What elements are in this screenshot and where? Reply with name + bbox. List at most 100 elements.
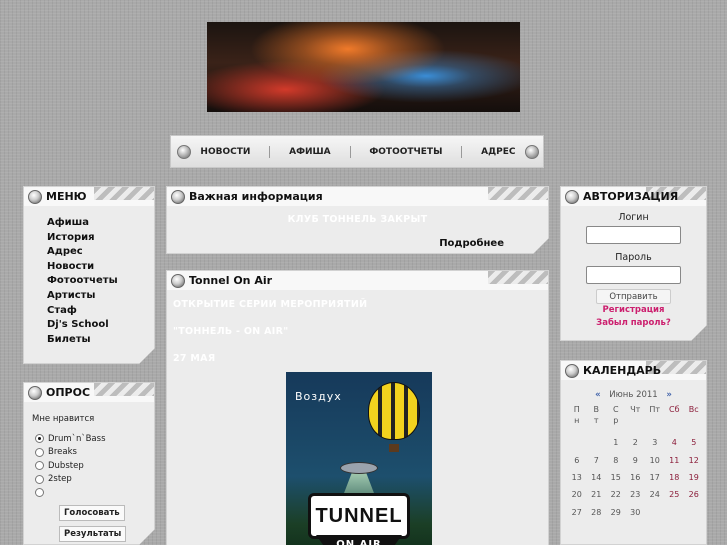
menu-item-afisha[interactable]: Афиша <box>47 216 154 231</box>
panel-header: КАЛЕНДАРЬ <box>561 361 706 380</box>
nav-item-afisha[interactable]: АФИША <box>289 147 331 157</box>
calendar-day[interactable]: 28 <box>587 504 607 521</box>
menu-item-staff[interactable]: Стаф <box>47 304 154 319</box>
auth-panel: АВТОРИЗАЦИЯ Логин Пароль Отправить Регис… <box>560 186 707 341</box>
calendar-day[interactable]: 25 <box>665 486 685 503</box>
event-poster-image[interactable]: Воздух TUNNEL ON AIR <box>286 372 432 545</box>
calendar-day[interactable]: 17 <box>645 469 665 486</box>
menu-item-history[interactable]: История <box>47 231 154 246</box>
panel-header: ОПРОС <box>24 383 154 402</box>
calendar-day[interactable]: 10 <box>645 451 665 468</box>
calendar-day[interactable]: 22 <box>606 486 626 503</box>
calendar-day[interactable]: 3 <box>645 434 665 451</box>
calendar-day[interactable]: 30 <box>626 504 646 521</box>
weekday-label: Сб <box>668 405 680 414</box>
calendar-day[interactable]: 24 <box>645 486 665 503</box>
panel-title: КАЛЕНДАРЬ <box>583 364 662 377</box>
hazard-stripes <box>488 187 548 200</box>
nav-item-photo-reports[interactable]: ФОТООТЧЕТЫ <box>369 147 442 157</box>
poll-option[interactable]: Dubstep <box>24 459 154 473</box>
panel-title: ОПРОС <box>46 386 91 399</box>
register-link[interactable]: Регистрация <box>561 304 706 317</box>
post-text-line: ОТКРЫТИЕ СЕРИИ МЕРОПРИЯТИЙ <box>173 299 368 310</box>
weekday-label: Чт <box>630 405 641 414</box>
panel-header: АВТОРИЗАЦИЯ <box>561 187 706 206</box>
calendar-day[interactable]: 29 <box>606 504 626 521</box>
nav-item-news[interactable]: НОВОСТИ <box>200 147 250 157</box>
on-air-badge: ON AIR <box>316 535 402 545</box>
panel-title: АВТОРИЗАЦИЯ <box>583 190 679 203</box>
calendar-day[interactable]: 4 <box>665 434 685 451</box>
calendar-day[interactable]: 5 <box>684 434 704 451</box>
calendar-day[interactable]: 26 <box>684 486 704 503</box>
poll-option[interactable]: 2step <box>24 473 154 487</box>
password-input[interactable] <box>586 266 681 284</box>
menu-item-dj-school[interactable]: Dj's School <box>47 318 154 333</box>
poll-option-label: 2step <box>48 474 72 485</box>
nav-item-address[interactable]: АДРЕС <box>481 147 515 157</box>
poll-panel: ОПРОС Мне нравится Drum`n`Bass Breaks Du… <box>23 382 155 545</box>
calendar-day[interactable]: 7 <box>587 451 607 468</box>
club-closed-notice: КЛУБ ТОННЕЛЬ ЗАКРЫТ <box>287 214 428 225</box>
bolt-icon <box>177 144 191 159</box>
calendar-day[interactable]: 18 <box>665 469 685 486</box>
calendar-week-row: 20 21 22 23 24 25 26 <box>567 486 704 503</box>
radio-button-selected[interactable] <box>35 434 44 443</box>
submit-button[interactable]: Отправить <box>596 289 671 304</box>
calendar-panel: КАЛЕНДАРЬ « Июнь 2011 » Пн Вт Ср Чт Пт Сб Вс 1… <box>560 360 707 545</box>
calendar-week-row: 6 7 8 9 10 11 12 <box>567 451 704 468</box>
calendar-day[interactable]: 1 <box>606 434 626 451</box>
calendar-grid: Пн Вт Ср Чт Пт Сб Вс 1 2 3 4 5 6 7 8 9 10 11 12 13 14 15 16 17… <box>567 404 704 521</box>
calendar-day[interactable]: 15 <box>606 469 626 486</box>
bolt-icon <box>171 273 185 288</box>
hazard-stripes <box>94 383 154 396</box>
results-button[interactable]: Результаты <box>59 526 126 542</box>
radio-button[interactable] <box>35 488 44 497</box>
calendar-day[interactable]: 2 <box>626 434 646 451</box>
calendar-day[interactable]: 21 <box>587 486 607 503</box>
menu-panel: МЕНЮ Афиша История Адрес Новости Фотоотч… <box>23 186 155 364</box>
calendar-day[interactable]: 9 <box>626 451 646 468</box>
panel-header: Tonnel On Air <box>167 271 548 290</box>
poll-option[interactable]: Breaks <box>24 446 154 460</box>
calendar-day[interactable]: 13 <box>567 469 587 486</box>
calendar-day[interactable]: 27 <box>567 504 587 521</box>
panel-header: Важная информация <box>167 187 548 206</box>
hazard-stripes <box>94 187 154 200</box>
poll-option[interactable] <box>24 486 154 500</box>
calendar-day[interactable]: 12 <box>684 451 704 468</box>
weekday-label: Ср <box>612 405 619 425</box>
login-input[interactable] <box>586 226 681 244</box>
radio-button[interactable] <box>35 475 44 484</box>
next-month-button[interactable]: » <box>666 390 672 400</box>
calendar-empty-cell <box>684 504 704 521</box>
menu-item-address[interactable]: Адрес <box>47 245 154 260</box>
main-nav-bar: НОВОСТИ АФИША ФОТООТЧЕТЫ АДРЕС <box>170 135 544 168</box>
menu-item-photo-reports[interactable]: Фотоотчеты <box>47 274 154 289</box>
menu-item-tickets[interactable]: Билеты <box>47 333 154 348</box>
menu-item-news[interactable]: Новости <box>47 260 154 275</box>
forgot-password-link[interactable]: Забыл пароль? <box>561 317 706 330</box>
calendar-day[interactable]: 11 <box>665 451 685 468</box>
bolt-icon <box>28 190 42 204</box>
prev-month-button[interactable]: « <box>595 390 601 400</box>
calendar-day[interactable]: 20 <box>567 486 587 503</box>
calendar-day[interactable]: 8 <box>606 451 626 468</box>
more-link[interactable]: Подробнее <box>439 238 504 249</box>
nav-divider <box>349 145 351 158</box>
calendar-day[interactable]: 16 <box>626 469 646 486</box>
post-title[interactable]: Tonnel On Air <box>189 274 272 287</box>
poll-option[interactable]: Drum`n`Bass <box>24 432 154 446</box>
radio-button[interactable] <box>35 461 44 470</box>
calendar-day[interactable]: 23 <box>626 486 646 503</box>
post-text-line: "ТОННЕЛЬ - ON AIR" <box>173 326 289 337</box>
weekday-label: Пт <box>649 405 661 414</box>
calendar-day[interactable]: 6 <box>567 451 587 468</box>
vote-button[interactable]: Голосовать <box>59 505 125 521</box>
calendar-day[interactable]: 14 <box>587 469 607 486</box>
radio-button[interactable] <box>35 448 44 457</box>
calendar-day[interactable]: 19 <box>684 469 704 486</box>
menu-item-artists[interactable]: Артисты <box>47 289 154 304</box>
tunnel-logo: TUNNEL <box>308 493 410 539</box>
password-label: Пароль <box>615 252 652 263</box>
